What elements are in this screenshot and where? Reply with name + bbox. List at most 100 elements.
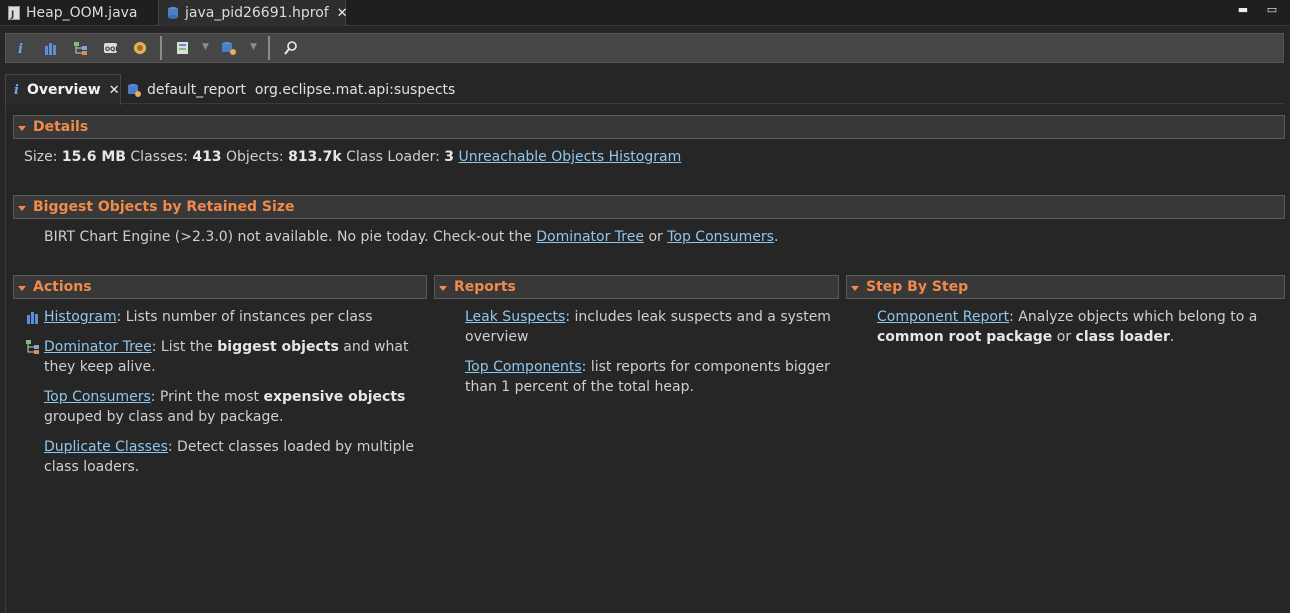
objects-value: 813.7k	[288, 149, 342, 165]
info-icon: i	[14, 82, 19, 98]
svg-text:i: i	[18, 42, 23, 55]
chevron-down-icon[interactable]: ▼	[250, 42, 257, 52]
class-loader-value: 3	[444, 149, 455, 165]
collapse-arrow-icon	[851, 285, 859, 291]
query-browser-icon[interactable]	[174, 40, 192, 56]
close-icon[interactable]: ✕	[109, 83, 120, 98]
tab-overview[interactable]: i Overview ✕	[5, 74, 121, 105]
dominator-tree-icon	[26, 340, 40, 354]
leak-suspects-link[interactable]: Leak Suspects	[465, 309, 565, 325]
classes-label: Classes:	[130, 149, 188, 165]
top-components-link[interactable]: Top Components	[465, 359, 582, 375]
heap-dump-icon	[167, 6, 179, 20]
action-description: class loaders.	[44, 459, 140, 475]
action-emphasis: biggest objects	[217, 339, 339, 355]
class-loader-label: Class Loader:	[346, 149, 440, 165]
histogram-icon	[26, 310, 40, 324]
report-icon	[127, 83, 141, 97]
tab-default-report[interactable]: default_report org.eclipse.mat.api:suspe…	[125, 74, 455, 105]
size-label: Size:	[24, 149, 58, 165]
chevron-down-icon[interactable]: ▼	[202, 42, 209, 52]
step-by-step-header[interactable]: Step By Step	[846, 275, 1285, 299]
action-description: grouped by class and by package.	[44, 409, 284, 425]
reports-header[interactable]: Reports	[434, 275, 839, 299]
biggest-objects-message: BIRT Chart Engine (>2.3.0) not available…	[44, 229, 778, 245]
biggest-objects-header[interactable]: Biggest Objects by Retained Size	[13, 195, 1285, 219]
toolbar-separator	[160, 36, 162, 60]
search-icon[interactable]	[282, 40, 300, 56]
details-summary: Size: 15.6 MB Classes: 413 Objects: 813.…	[24, 149, 681, 165]
action-top-consumers: Top Consumers: Print the most expensive …	[44, 387, 424, 427]
action-description: : Lists number of instances per class	[116, 309, 373, 325]
java-file-icon: J	[8, 6, 20, 20]
report-description: : includes leak suspects and a system	[565, 309, 831, 325]
report-description: than 1 percent of the total heap.	[465, 379, 694, 395]
svg-text:OQL: OQL	[105, 46, 119, 53]
step-description: : Analyze objects which belong to a	[1009, 309, 1258, 325]
histogram-link[interactable]: Histogram	[44, 309, 117, 325]
section-title: Reports	[454, 279, 516, 295]
toolbar-separator	[268, 36, 270, 60]
report-description: : list reports for components bigger	[581, 359, 830, 375]
action-description: : Print the most	[150, 389, 264, 405]
oql-icon[interactable]: OQL	[102, 40, 120, 56]
svg-text:J: J	[10, 10, 14, 20]
dominator-tree-link[interactable]: Dominator Tree	[536, 229, 644, 245]
step-description: or	[1052, 329, 1076, 345]
top-consumers-link[interactable]: Top Consumers	[667, 229, 774, 245]
step-description: .	[1169, 329, 1175, 345]
tab-label: default_report org.eclipse.mat.api:suspe…	[147, 81, 456, 98]
actions-header[interactable]: Actions	[13, 275, 427, 299]
dominator-tree-link[interactable]: Dominator Tree	[44, 339, 152, 355]
section-title: Biggest Objects by Retained Size	[33, 199, 295, 215]
classes-value: 413	[192, 149, 222, 165]
editor-tab-hprof[interactable]: java_pid26691.hprof ✕	[158, 0, 348, 26]
collapse-arrow-icon	[18, 285, 26, 291]
thread-overview-icon[interactable]	[132, 40, 150, 56]
dominator-tree-icon[interactable]	[72, 40, 90, 56]
action-histogram: Histogram: Lists number of instances per…	[27, 307, 424, 327]
component-report-link[interactable]: Component Report	[877, 309, 1009, 325]
action-emphasis: expensive objects	[263, 389, 406, 405]
action-duplicate-classes: Duplicate Classes: Detect classes loaded…	[44, 437, 424, 477]
editor-tab-label: Heap_OOM.java	[26, 5, 138, 21]
message-text: BIRT Chart Engine (>2.3.0) not available…	[44, 229, 532, 245]
size-value: 15.6 MB	[61, 149, 126, 165]
report-top-components: Top Components: list reports for compone…	[465, 357, 835, 397]
tab-label: Overview	[26, 82, 101, 98]
action-description: they keep alive.	[44, 359, 156, 375]
action-description: : Detect classes loaded by multiple	[167, 439, 414, 455]
unreachable-objects-histogram-link[interactable]: Unreachable Objects Histogram	[459, 149, 682, 165]
info-icon[interactable]: i	[12, 40, 30, 56]
editor-tab-label: java_pid26691.hprof	[185, 5, 329, 21]
step-emphasis: class loader	[1075, 329, 1170, 345]
toolbar: i OQL ▼ ▼	[5, 33, 1284, 63]
objects-label: Objects:	[226, 149, 284, 165]
editor-tab-heap-oom-java[interactable]: J Heap_OOM.java	[0, 0, 155, 26]
report-leak-suspects: Leak Suspects: includes leak suspects an…	[465, 307, 835, 347]
collapse-arrow-icon	[18, 125, 26, 131]
duplicate-classes-link[interactable]: Duplicate Classes	[44, 439, 168, 455]
maximize-icon[interactable]: ▭	[1266, 4, 1278, 16]
run-report-icon[interactable]	[220, 40, 238, 56]
message-text: .	[773, 229, 779, 245]
top-consumers-link[interactable]: Top Consumers	[44, 389, 151, 405]
minimize-icon[interactable]: ▬	[1237, 4, 1249, 16]
section-title: Details	[33, 119, 89, 135]
collapse-arrow-icon	[18, 205, 26, 211]
close-icon[interactable]: ✕	[337, 6, 348, 21]
histogram-icon[interactable]	[42, 40, 60, 56]
action-dominator-tree: Dominator Tree: List the biggest objects…	[26, 337, 424, 377]
editor-tab-bar: J Heap_OOM.java java_pid26691.hprof ✕ ▬ …	[0, 0, 1290, 26]
action-description: and what	[338, 339, 409, 355]
section-title: Step By Step	[866, 279, 969, 295]
action-description: : List the	[151, 339, 218, 355]
collapse-arrow-icon	[439, 285, 447, 291]
report-description: overview	[465, 329, 529, 345]
step-emphasis: common root package	[877, 329, 1053, 345]
message-text: or	[648, 229, 663, 245]
section-title: Actions	[33, 279, 92, 295]
details-header[interactable]: Details	[13, 115, 1285, 139]
step-component-report: Component Report: Analyze objects which …	[877, 307, 1282, 347]
inner-tab-bar: i Overview ✕ default_report org.eclipse.…	[5, 74, 1285, 105]
